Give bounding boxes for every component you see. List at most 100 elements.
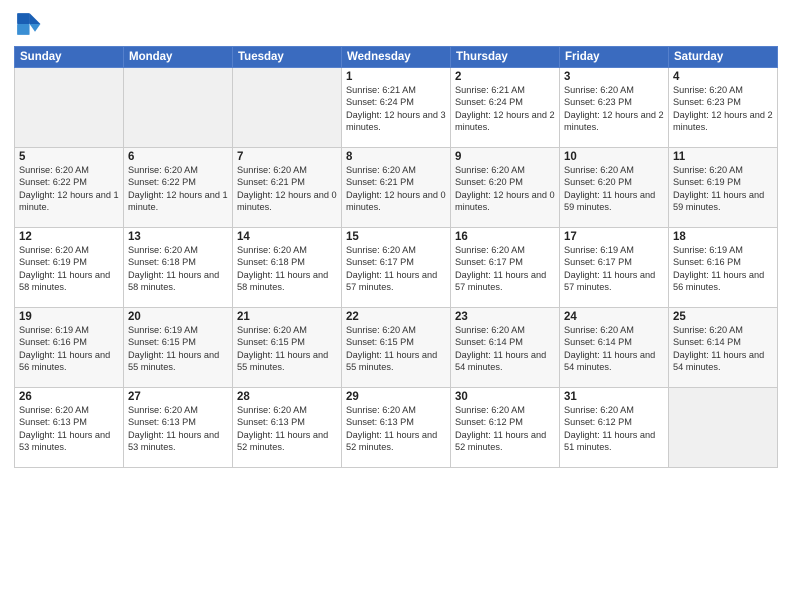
day-number: 9 (455, 151, 555, 163)
day-info: Sunrise: 6:20 AM Sunset: 6:12 PM Dayligh… (564, 404, 664, 454)
calendar-cell: 17Sunrise: 6:19 AM Sunset: 6:17 PM Dayli… (560, 228, 669, 308)
day-number: 17 (564, 231, 664, 243)
week-row-4: 19Sunrise: 6:19 AM Sunset: 6:16 PM Dayli… (15, 308, 778, 388)
day-number: 23 (455, 311, 555, 323)
calendar-cell: 13Sunrise: 6:20 AM Sunset: 6:18 PM Dayli… (124, 228, 233, 308)
calendar-cell: 4Sunrise: 6:20 AM Sunset: 6:23 PM Daylig… (669, 68, 778, 148)
day-info: Sunrise: 6:21 AM Sunset: 6:24 PM Dayligh… (455, 84, 555, 134)
day-info: Sunrise: 6:20 AM Sunset: 6:13 PM Dayligh… (346, 404, 446, 454)
calendar-cell: 9Sunrise: 6:20 AM Sunset: 6:20 PM Daylig… (451, 148, 560, 228)
calendar-cell: 1Sunrise: 6:21 AM Sunset: 6:24 PM Daylig… (342, 68, 451, 148)
day-info: Sunrise: 6:20 AM Sunset: 6:17 PM Dayligh… (346, 244, 446, 294)
calendar-cell: 25Sunrise: 6:20 AM Sunset: 6:14 PM Dayli… (669, 308, 778, 388)
day-number: 19 (19, 311, 119, 323)
header (14, 10, 778, 38)
day-info: Sunrise: 6:19 AM Sunset: 6:17 PM Dayligh… (564, 244, 664, 294)
day-info: Sunrise: 6:20 AM Sunset: 6:21 PM Dayligh… (346, 164, 446, 214)
calendar-cell: 14Sunrise: 6:20 AM Sunset: 6:18 PM Dayli… (233, 228, 342, 308)
calendar-cell (15, 68, 124, 148)
day-info: Sunrise: 6:20 AM Sunset: 6:23 PM Dayligh… (673, 84, 773, 134)
day-info: Sunrise: 6:20 AM Sunset: 6:23 PM Dayligh… (564, 84, 664, 134)
day-info: Sunrise: 6:20 AM Sunset: 6:12 PM Dayligh… (455, 404, 555, 454)
day-number: 12 (19, 231, 119, 243)
calendar-cell: 30Sunrise: 6:20 AM Sunset: 6:12 PM Dayli… (451, 388, 560, 468)
weekday-header-wednesday: Wednesday (342, 47, 451, 68)
day-info: Sunrise: 6:20 AM Sunset: 6:14 PM Dayligh… (673, 324, 773, 374)
day-number: 14 (237, 231, 337, 243)
day-info: Sunrise: 6:20 AM Sunset: 6:15 PM Dayligh… (346, 324, 446, 374)
day-info: Sunrise: 6:20 AM Sunset: 6:14 PM Dayligh… (455, 324, 555, 374)
day-number: 7 (237, 151, 337, 163)
day-number: 10 (564, 151, 664, 163)
day-number: 27 (128, 391, 228, 403)
calendar-cell: 22Sunrise: 6:20 AM Sunset: 6:15 PM Dayli… (342, 308, 451, 388)
calendar: SundayMondayTuesdayWednesdayThursdayFrid… (14, 46, 778, 468)
calendar-cell: 27Sunrise: 6:20 AM Sunset: 6:13 PM Dayli… (124, 388, 233, 468)
day-number: 3 (564, 71, 664, 83)
calendar-cell: 12Sunrise: 6:20 AM Sunset: 6:19 PM Dayli… (15, 228, 124, 308)
week-row-1: 1Sunrise: 6:21 AM Sunset: 6:24 PM Daylig… (15, 68, 778, 148)
day-number: 15 (346, 231, 446, 243)
calendar-cell (233, 68, 342, 148)
weekday-header-tuesday: Tuesday (233, 47, 342, 68)
day-info: Sunrise: 6:21 AM Sunset: 6:24 PM Dayligh… (346, 84, 446, 134)
calendar-cell: 7Sunrise: 6:20 AM Sunset: 6:21 PM Daylig… (233, 148, 342, 228)
day-number: 25 (673, 311, 773, 323)
day-number: 8 (346, 151, 446, 163)
calendar-cell: 29Sunrise: 6:20 AM Sunset: 6:13 PM Dayli… (342, 388, 451, 468)
day-number: 29 (346, 391, 446, 403)
logo-icon (14, 10, 42, 38)
day-info: Sunrise: 6:20 AM Sunset: 6:18 PM Dayligh… (237, 244, 337, 294)
weekday-header-row: SundayMondayTuesdayWednesdayThursdayFrid… (15, 47, 778, 68)
weekday-header-thursday: Thursday (451, 47, 560, 68)
day-info: Sunrise: 6:20 AM Sunset: 6:22 PM Dayligh… (128, 164, 228, 214)
day-number: 13 (128, 231, 228, 243)
calendar-cell: 16Sunrise: 6:20 AM Sunset: 6:17 PM Dayli… (451, 228, 560, 308)
calendar-cell: 5Sunrise: 6:20 AM Sunset: 6:22 PM Daylig… (15, 148, 124, 228)
day-number: 6 (128, 151, 228, 163)
calendar-cell: 2Sunrise: 6:21 AM Sunset: 6:24 PM Daylig… (451, 68, 560, 148)
calendar-cell: 28Sunrise: 6:20 AM Sunset: 6:13 PM Dayli… (233, 388, 342, 468)
calendar-cell: 15Sunrise: 6:20 AM Sunset: 6:17 PM Dayli… (342, 228, 451, 308)
week-row-2: 5Sunrise: 6:20 AM Sunset: 6:22 PM Daylig… (15, 148, 778, 228)
calendar-cell: 8Sunrise: 6:20 AM Sunset: 6:21 PM Daylig… (342, 148, 451, 228)
day-number: 24 (564, 311, 664, 323)
day-number: 18 (673, 231, 773, 243)
calendar-cell: 6Sunrise: 6:20 AM Sunset: 6:22 PM Daylig… (124, 148, 233, 228)
week-row-3: 12Sunrise: 6:20 AM Sunset: 6:19 PM Dayli… (15, 228, 778, 308)
day-number: 20 (128, 311, 228, 323)
day-number: 1 (346, 71, 446, 83)
calendar-cell: 18Sunrise: 6:19 AM Sunset: 6:16 PM Dayli… (669, 228, 778, 308)
day-info: Sunrise: 6:20 AM Sunset: 6:13 PM Dayligh… (237, 404, 337, 454)
day-number: 4 (673, 71, 773, 83)
day-number: 31 (564, 391, 664, 403)
calendar-cell: 11Sunrise: 6:20 AM Sunset: 6:19 PM Dayli… (669, 148, 778, 228)
week-row-5: 26Sunrise: 6:20 AM Sunset: 6:13 PM Dayli… (15, 388, 778, 468)
day-info: Sunrise: 6:20 AM Sunset: 6:21 PM Dayligh… (237, 164, 337, 214)
day-info: Sunrise: 6:19 AM Sunset: 6:15 PM Dayligh… (128, 324, 228, 374)
weekday-header-monday: Monday (124, 47, 233, 68)
day-info: Sunrise: 6:20 AM Sunset: 6:19 PM Dayligh… (19, 244, 119, 294)
day-info: Sunrise: 6:19 AM Sunset: 6:16 PM Dayligh… (19, 324, 119, 374)
calendar-cell (669, 388, 778, 468)
day-info: Sunrise: 6:20 AM Sunset: 6:20 PM Dayligh… (564, 164, 664, 214)
day-info: Sunrise: 6:19 AM Sunset: 6:16 PM Dayligh… (673, 244, 773, 294)
calendar-cell (124, 68, 233, 148)
day-number: 22 (346, 311, 446, 323)
day-info: Sunrise: 6:20 AM Sunset: 6:18 PM Dayligh… (128, 244, 228, 294)
day-number: 16 (455, 231, 555, 243)
calendar-cell: 3Sunrise: 6:20 AM Sunset: 6:23 PM Daylig… (560, 68, 669, 148)
day-info: Sunrise: 6:20 AM Sunset: 6:15 PM Dayligh… (237, 324, 337, 374)
weekday-header-sunday: Sunday (15, 47, 124, 68)
day-info: Sunrise: 6:20 AM Sunset: 6:17 PM Dayligh… (455, 244, 555, 294)
calendar-cell: 20Sunrise: 6:19 AM Sunset: 6:15 PM Dayli… (124, 308, 233, 388)
day-info: Sunrise: 6:20 AM Sunset: 6:22 PM Dayligh… (19, 164, 119, 214)
day-info: Sunrise: 6:20 AM Sunset: 6:20 PM Dayligh… (455, 164, 555, 214)
day-info: Sunrise: 6:20 AM Sunset: 6:14 PM Dayligh… (564, 324, 664, 374)
day-info: Sunrise: 6:20 AM Sunset: 6:13 PM Dayligh… (128, 404, 228, 454)
weekday-header-friday: Friday (560, 47, 669, 68)
day-number: 11 (673, 151, 773, 163)
calendar-cell: 21Sunrise: 6:20 AM Sunset: 6:15 PM Dayli… (233, 308, 342, 388)
day-info: Sunrise: 6:20 AM Sunset: 6:13 PM Dayligh… (19, 404, 119, 454)
day-number: 21 (237, 311, 337, 323)
